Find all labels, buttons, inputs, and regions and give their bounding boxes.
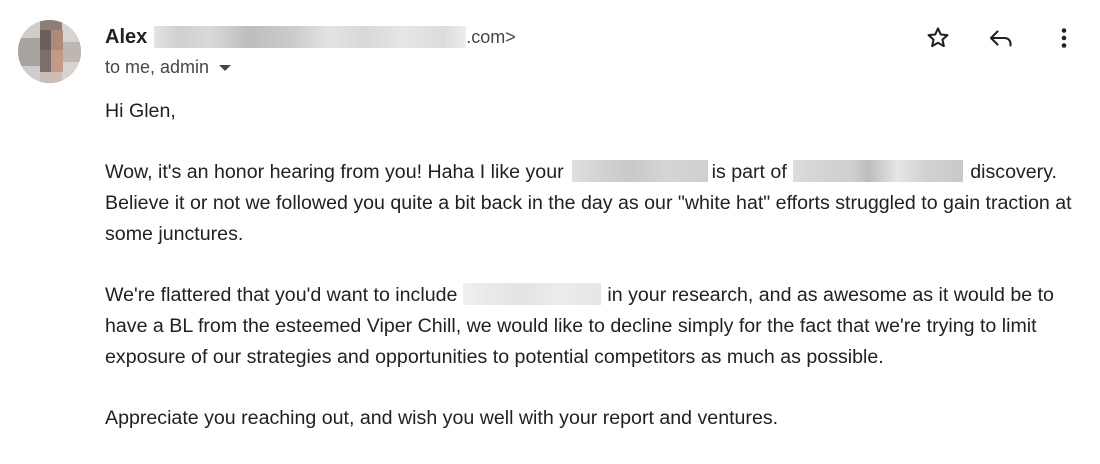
more-options-button[interactable] bbox=[1046, 22, 1082, 54]
recipients-line[interactable]: to me, admin bbox=[105, 56, 232, 78]
paragraph-1-part-a: Wow, it's an honor hearing from you! Hah… bbox=[105, 161, 564, 183]
paragraph-3: Appreciate you reaching out, and wish yo… bbox=[105, 407, 779, 429]
star-icon bbox=[927, 27, 949, 48]
reply-button[interactable] bbox=[983, 22, 1019, 54]
redacted-sender-email bbox=[154, 26, 467, 48]
show-details-dropdown-icon[interactable] bbox=[219, 65, 232, 71]
redacted-text bbox=[792, 160, 963, 182]
greeting: Hi Glen, bbox=[105, 100, 176, 122]
reply-icon bbox=[989, 30, 1012, 47]
redacted-text bbox=[571, 160, 708, 182]
star-button[interactable] bbox=[920, 22, 956, 54]
redacted-text bbox=[463, 283, 602, 305]
message-body: Hi Glen, Wow, it's an honor hearing from… bbox=[105, 96, 1085, 464]
sender-avatar[interactable] bbox=[18, 20, 81, 83]
paragraph-1: Wow, it's an honor hearing from you! Hah… bbox=[105, 157, 1085, 250]
paragraph-2: We're flattered that you'd want to inclu… bbox=[105, 280, 1085, 373]
paragraph-2-part-a: We're flattered that you'd want to inclu… bbox=[105, 284, 458, 306]
message-actions bbox=[920, 22, 1082, 54]
sender-line: Alex .com> bbox=[105, 24, 516, 50]
more-vert-icon bbox=[1061, 28, 1067, 48]
sender-name[interactable]: Alex bbox=[105, 26, 147, 49]
sender-email-suffix: .com> bbox=[466, 26, 516, 47]
recipients-text: to me, admin bbox=[105, 56, 210, 77]
paragraph-1-part-b: is part of bbox=[711, 161, 787, 183]
